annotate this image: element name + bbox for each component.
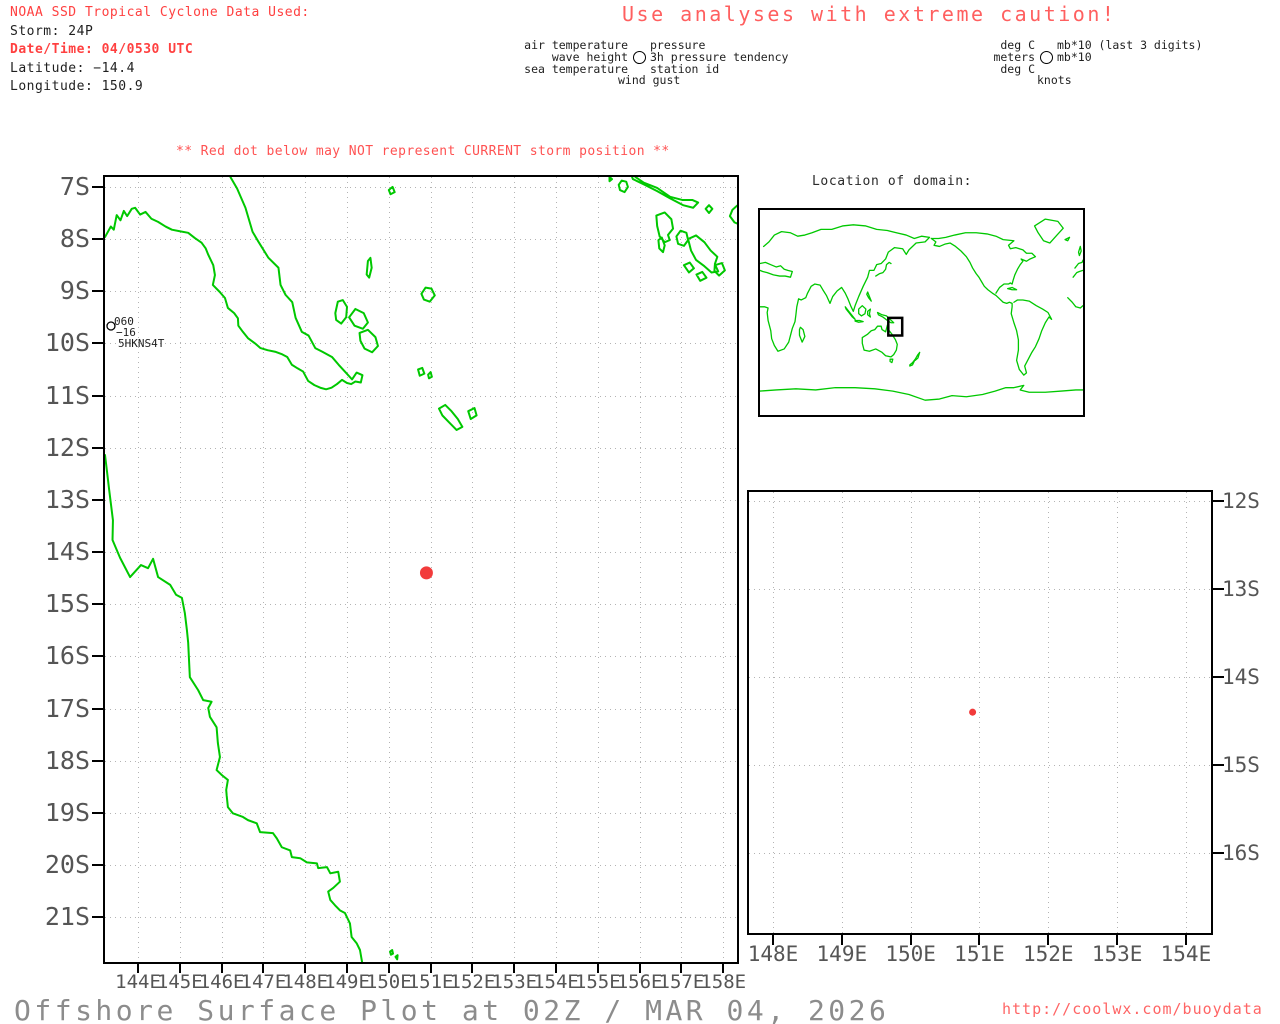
zoom-map-lat-tick-label: 13S <box>1222 576 1260 601</box>
main-map-coastlines <box>105 177 737 962</box>
main-map-lat-tick-label: 8S <box>59 224 90 254</box>
station-circle-icon <box>632 51 646 65</box>
main-map-lat-tick <box>92 707 103 710</box>
storm-position-dot <box>419 566 433 580</box>
main-map-lat-tick-label: 14S <box>44 537 90 567</box>
main-map-lat-tick <box>92 811 103 814</box>
legend-sea-temperature: sea temperature <box>524 61 628 76</box>
main-map-lat-tick-label: 9S <box>59 276 90 306</box>
zoom-map-plot <box>969 708 977 716</box>
main-map-lat-tick <box>92 185 103 188</box>
caution-title: Use analyses with extreme caution! <box>622 2 1117 26</box>
legend-wind-gust: wind gust <box>618 73 681 88</box>
main-map-lat-tick-label: 7S <box>59 171 90 201</box>
legend-unit-degc-sea: deg C <box>1000 61 1035 76</box>
legend-unit-knots: knots <box>1037 73 1072 88</box>
main-map: 060 −16 5HKNS4T <box>103 175 739 964</box>
zoom-map <box>747 490 1213 935</box>
main-map-lat-tick <box>92 238 103 241</box>
zoom-map-lon-tick-label: 149E <box>816 942 868 966</box>
main-map-lat-tick <box>92 342 103 345</box>
station-plot-units-legend: deg C mb*10 (last 3 digits) meters mb*10… <box>940 39 1202 88</box>
main-map-lat-tick <box>92 863 103 866</box>
main-map-lon-tick-label: 158E <box>700 971 747 993</box>
datetime-line: Date/Time: 04/0530 UTC <box>10 42 194 57</box>
station-id-value: 5HKNS4T <box>118 337 165 350</box>
legend-unit-mb10: mb*10 <box>1057 49 1092 64</box>
main-map-lat-tick <box>92 916 103 919</box>
main-map-lat-tick-label: 11S <box>44 380 90 410</box>
main-map-lat-tick-label: 13S <box>44 484 90 514</box>
main-map-lat-tick <box>92 394 103 397</box>
main-map-lat-tick <box>92 290 103 293</box>
zoom-map-lat-tick-label: 15S <box>1222 752 1260 777</box>
world-map-inset <box>758 208 1085 417</box>
main-map-lat-tick <box>92 759 103 762</box>
noaa-data-line: NOAA SSD Tropical Cyclone Data Used: <box>10 5 310 20</box>
longitude-line: Longitude: 150.9 <box>10 79 144 94</box>
main-map-lat-tick-label: 17S <box>44 693 90 723</box>
zoom-map-lon-tick-label: 150E <box>885 942 936 966</box>
zoom-map-lon-tick-label: 153E <box>1091 942 1143 966</box>
main-map-lat-tick-label: 18S <box>44 745 90 775</box>
offshore-surface-plot: NOAA SSD Tropical Cyclone Data Used: Sto… <box>0 0 1280 1024</box>
zoom-map-lon-tick-label: 148E <box>747 942 799 966</box>
main-map-lat-tick <box>92 551 103 554</box>
station-circle-icon <box>1039 51 1053 65</box>
zoom-map-lon-tick-label: 154E <box>1160 942 1212 966</box>
world-map-coastlines <box>760 210 1083 415</box>
main-map-lat-tick-label: 12S <box>44 432 90 462</box>
main-map-lat-tick-label: 16S <box>44 641 90 671</box>
main-map-lat-tick-label: 19S <box>44 797 90 827</box>
main-map-lat-tick-label: 15S <box>44 589 90 619</box>
zoom-map-lat-tick-label: 12S <box>1222 488 1260 513</box>
storm-id-line: Storm: 24P <box>10 24 94 39</box>
main-map-lat-tick <box>92 603 103 606</box>
storm-position-warning: ** Red dot below may NOT represent CURRE… <box>176 144 670 159</box>
zoom-map-lon-tick-label: 152E <box>1023 942 1074 966</box>
main-map-lat-tick <box>92 655 103 658</box>
main-map-lat-tick-label: 10S <box>44 328 90 358</box>
latitude-line: Latitude: −14.4 <box>10 61 135 76</box>
source-url: http://coolwx.com/buoydata <box>1002 1000 1263 1018</box>
main-map-lat-tick <box>92 498 103 501</box>
domain-inset-title: Location of domain: <box>812 174 973 189</box>
main-map-lat-tick-label: 21S <box>44 902 90 932</box>
zoom-map-lat-tick-label: 14S <box>1222 664 1260 689</box>
zoom-map-lat-tick-label: 16S <box>1222 841 1260 865</box>
main-map-lat-tick <box>92 446 103 449</box>
zoom-map-lon-tick-label: 151E <box>954 942 1005 966</box>
main-map-lat-tick-label: 20S <box>44 849 90 879</box>
plot-title: Offshore Surface Plot at 02Z / MAR 04, 2… <box>14 994 890 1024</box>
station-plot-legend: air temperature pressure wave height 3h … <box>520 39 788 88</box>
storm-position-dot <box>969 708 977 716</box>
